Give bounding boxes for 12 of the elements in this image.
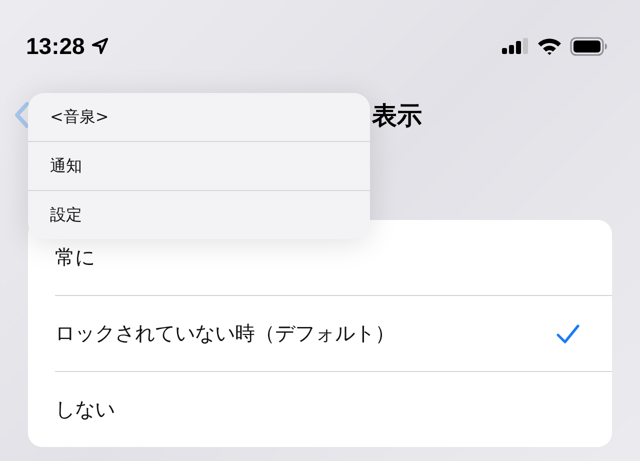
status-time: 13:28	[26, 32, 85, 60]
option-row[interactable]: ロックされていない時（デフォルト）	[55, 296, 612, 372]
location-arrow-icon	[90, 37, 109, 55]
back-chevron-icon[interactable]	[15, 102, 29, 128]
wifi-icon	[537, 37, 562, 55]
option-row[interactable]: しない	[55, 372, 612, 447]
page-title: 表示	[372, 100, 422, 132]
battery-icon	[570, 36, 608, 56]
menu-item[interactable]: 通知	[28, 142, 370, 191]
menu-item[interactable]: <音泉>	[28, 93, 370, 142]
signal-icon	[502, 38, 529, 54]
checkmark-icon	[556, 324, 580, 344]
